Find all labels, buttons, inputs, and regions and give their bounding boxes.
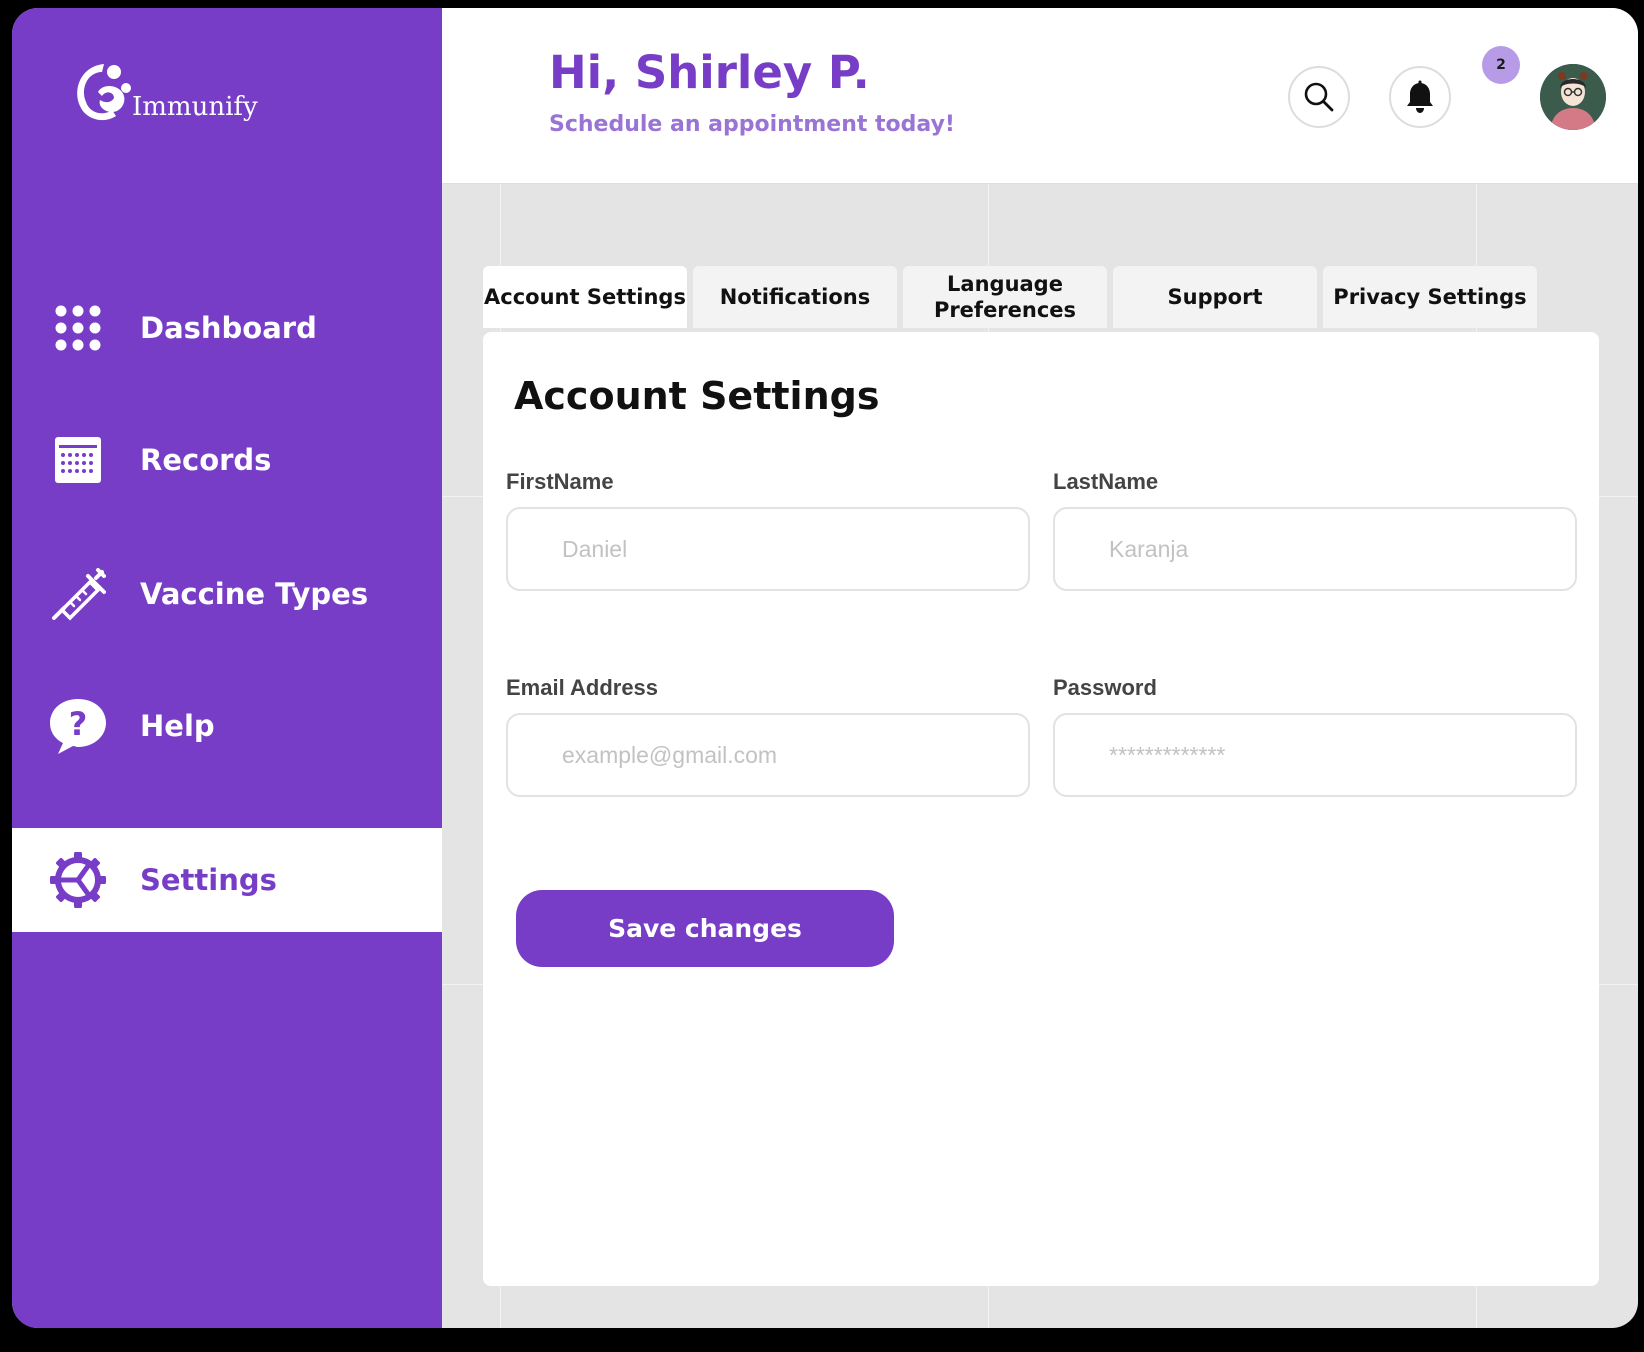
email-label: Email Address (506, 675, 659, 700)
tab-privacy-settings[interactable]: Privacy Settings (1323, 266, 1537, 328)
password-field[interactable] (1053, 713, 1577, 797)
sidebar: Immunify Dashboard Records Vaccine Types… (12, 8, 442, 1328)
panel-title: Account Settings (514, 374, 880, 418)
last-name-field[interactable] (1053, 507, 1577, 591)
first-name-label: FirstName (506, 469, 614, 494)
syringe-icon (48, 564, 108, 624)
tab-language-preferences[interactable]: Language Preferences (903, 266, 1107, 328)
account-settings-panel: Account Settings FirstName LastName Emai… (483, 332, 1599, 1286)
tab-account-settings[interactable]: Account Settings (483, 266, 687, 328)
greeting-subtitle: Schedule an appointment today! (549, 112, 955, 137)
sidebar-item-label: Dashboard (140, 311, 317, 345)
sidebar-item-help[interactable]: ? Help (12, 688, 442, 764)
email-field[interactable] (506, 713, 1030, 797)
first-name-field[interactable] (506, 507, 1030, 591)
mother-child-logo-icon (77, 64, 131, 121)
tab-notifications[interactable]: Notifications (693, 266, 897, 328)
sidebar-item-label: Help (140, 709, 215, 743)
sidebar-item-settings[interactable]: Settings (12, 828, 442, 932)
last-name-label: LastName (1053, 469, 1159, 494)
search-button[interactable] (1288, 66, 1350, 128)
calendar-icon (48, 430, 108, 490)
user-avatar-icon (1540, 64, 1606, 130)
dots-grid-icon (48, 298, 108, 358)
greeting-title: Hi, Shirley P. (549, 46, 870, 99)
tab-support[interactable]: Support (1113, 266, 1317, 328)
sidebar-item-dashboard[interactable]: Dashboard (12, 290, 442, 366)
search-icon (1304, 82, 1334, 112)
notifications-button[interactable] (1389, 66, 1451, 128)
top-header: Hi, Shirley P. Schedule an appointment t… (442, 8, 1638, 184)
brand-logo[interactable]: Immunify (68, 58, 258, 128)
save-changes-button[interactable]: Save changes (516, 890, 894, 967)
sidebar-item-label: Settings (140, 863, 277, 897)
svg-text:?: ? (69, 705, 88, 743)
app-window: Immunify Dashboard Records Vaccine Types… (12, 8, 1638, 1328)
avatar[interactable] (1540, 64, 1606, 130)
help-bubble-icon: ? (48, 696, 108, 756)
sidebar-item-label: Records (140, 443, 272, 477)
sidebar-item-vaccine-types[interactable]: Vaccine Types (12, 556, 442, 632)
brand-name: Immunify (132, 92, 258, 122)
password-label: Password (1053, 675, 1157, 700)
gear-icon (48, 850, 108, 910)
bell-icon (1407, 80, 1433, 113)
sidebar-item-records[interactable]: Records (12, 422, 442, 498)
notification-count-badge: 2 (1482, 46, 1520, 84)
sidebar-item-label: Vaccine Types (140, 577, 369, 611)
